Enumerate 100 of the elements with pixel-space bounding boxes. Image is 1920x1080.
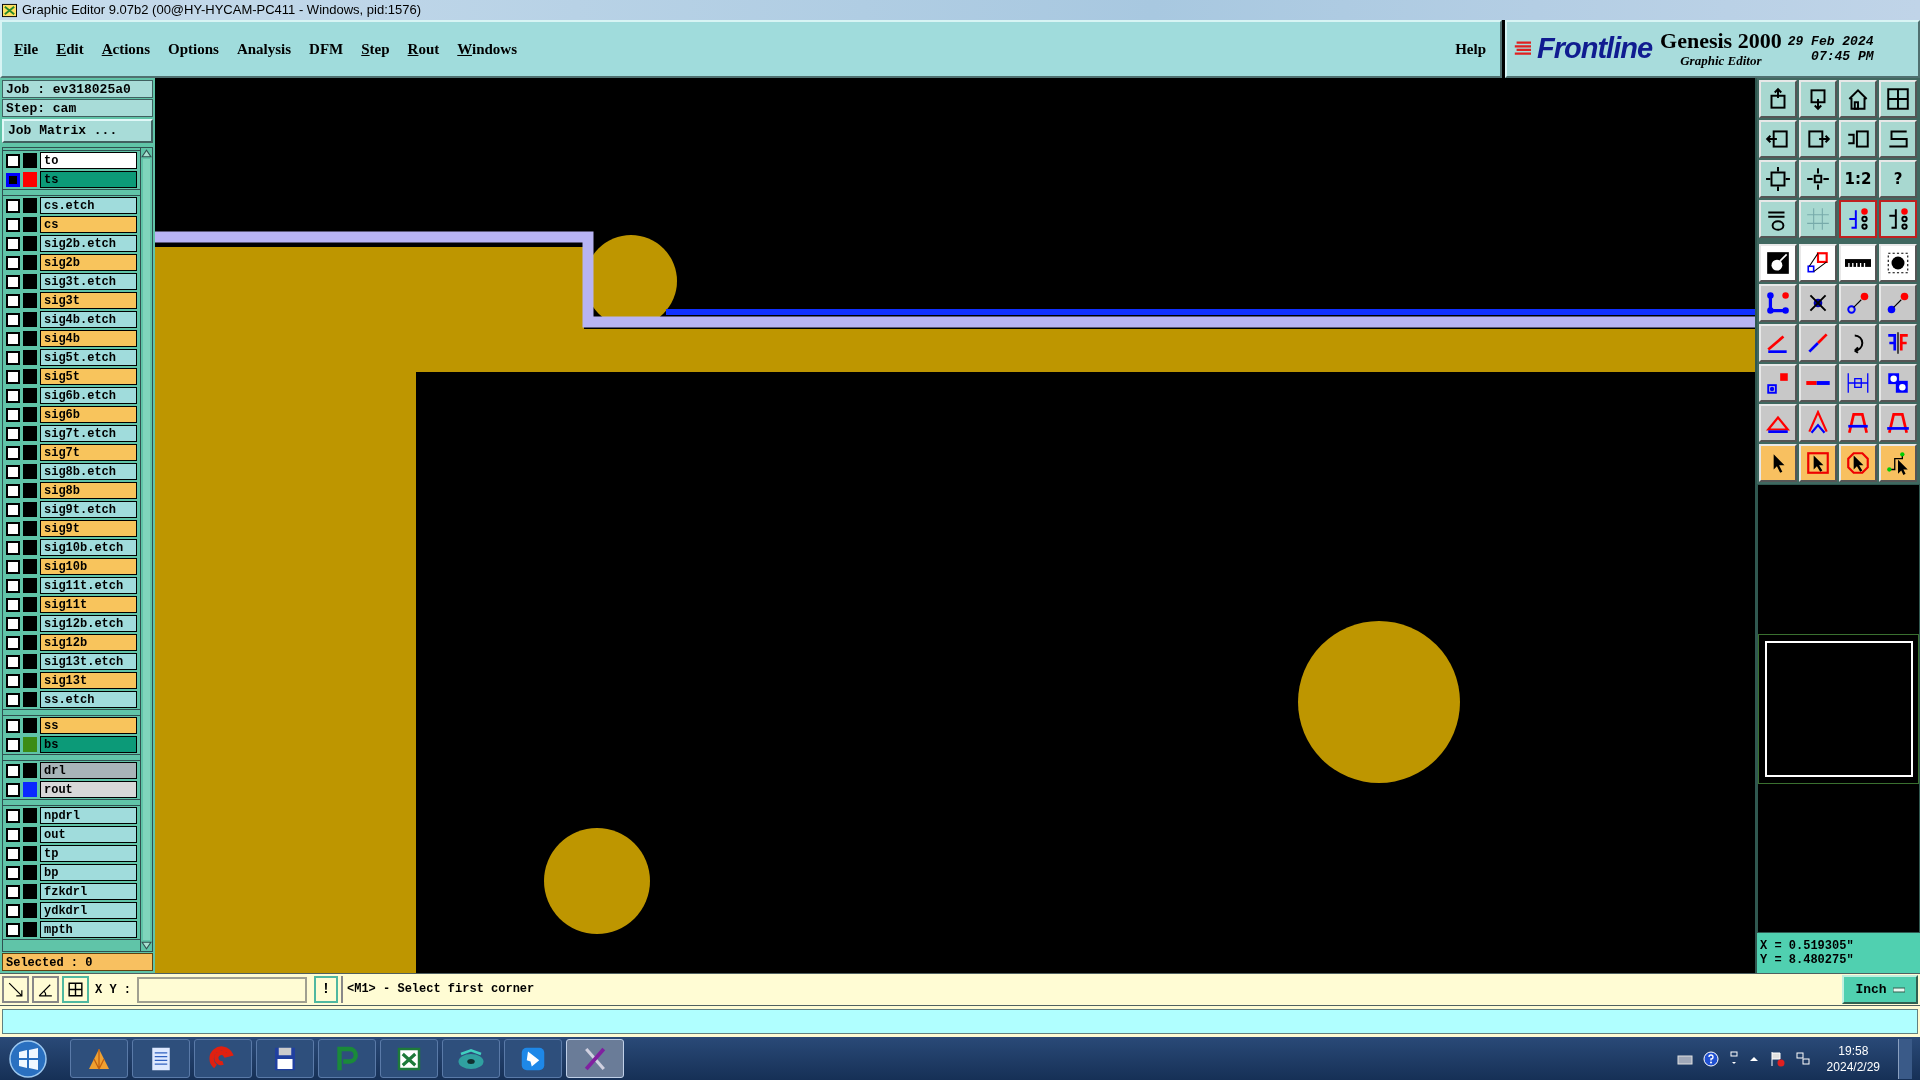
layer-name[interactable]: out: [40, 826, 137, 843]
layer-name[interactable]: npdrl: [40, 807, 137, 824]
layer-name[interactable]: sig2b: [40, 254, 137, 271]
layer-checkbox[interactable]: [6, 578, 20, 593]
menu-item[interactable]: Windows: [457, 37, 518, 61]
layer-checkbox[interactable]: [6, 388, 20, 403]
alert-button[interactable]: !: [314, 976, 338, 1003]
layer-checkbox[interactable]: [6, 827, 20, 842]
layer-name[interactable]: sig2b.etch: [40, 235, 137, 252]
units-dropdown[interactable]: Inch: [1842, 975, 1918, 1004]
layer-name[interactable]: sig10b: [40, 558, 137, 575]
layer-checkbox[interactable]: [6, 153, 20, 168]
layer-name[interactable]: sig3t.etch: [40, 273, 137, 290]
layer-checkbox[interactable]: [6, 616, 20, 631]
layer-checkbox[interactable]: [6, 369, 20, 384]
layer-name[interactable]: sig12b.etch: [40, 615, 137, 632]
command-button[interactable]: [62, 976, 89, 1003]
layer-checkbox[interactable]: [6, 782, 20, 797]
layer-name[interactable]: sig10b.etch: [40, 539, 137, 556]
layer-checkbox[interactable]: [6, 293, 20, 308]
overview-panel[interactable]: [1757, 484, 1920, 933]
menu-item[interactable]: Actions: [101, 37, 151, 61]
menu-item[interactable]: Help: [1455, 37, 1486, 61]
layer-checkbox[interactable]: [6, 673, 20, 688]
window-icon[interactable]: [1728, 1050, 1739, 1067]
tool-button[interactable]: [1839, 200, 1877, 238]
layer-checkbox[interactable]: [6, 692, 20, 707]
layer-checkbox[interactable]: [6, 483, 20, 498]
layer-checkbox[interactable]: [6, 445, 20, 460]
layer-name[interactable]: cs.etch: [40, 197, 137, 214]
layer-name[interactable]: sig11t: [40, 596, 137, 613]
layer-name[interactable]: ss: [40, 717, 137, 734]
layer-name[interactable]: sig3t: [40, 292, 137, 309]
layer-name[interactable]: sig9t: [40, 520, 137, 537]
layer-name[interactable]: sig12b: [40, 634, 137, 651]
layer-name[interactable]: bp: [40, 864, 137, 881]
menu-item[interactable]: Analysis: [236, 37, 292, 61]
taskbar-app-button[interactable]: [256, 1039, 314, 1078]
layer-checkbox[interactable]: [6, 597, 20, 612]
layer-name[interactable]: sig7t.etch: [40, 425, 137, 442]
show-desktop-button[interactable]: [1898, 1038, 1912, 1079]
taskbar-app-button[interactable]: [132, 1039, 190, 1078]
flag-icon[interactable]: [1768, 1050, 1785, 1067]
scroll-down-icon[interactable]: [141, 940, 152, 951]
menu-item[interactable]: Step: [361, 37, 390, 61]
layer-checkbox[interactable]: [6, 521, 20, 536]
layer-name[interactable]: bs: [40, 736, 137, 753]
layer-checkbox[interactable]: [6, 502, 20, 517]
layer-checkbox[interactable]: [6, 331, 20, 346]
layer-name[interactable]: mpth: [40, 921, 137, 938]
layer-name[interactable]: sig8b.etch: [40, 463, 137, 480]
layer-name[interactable]: sig5t: [40, 368, 137, 385]
layer-checkbox[interactable]: [6, 540, 20, 555]
layer-checkbox[interactable]: [6, 635, 20, 650]
taskbar-app-button[interactable]: [504, 1039, 562, 1078]
layer-name[interactable]: sig13t.etch: [40, 653, 137, 670]
layer-name[interactable]: sig4b.etch: [40, 311, 137, 328]
network-icon[interactable]: [1794, 1050, 1811, 1067]
layer-name[interactable]: drl: [40, 762, 137, 779]
layer-checkbox[interactable]: [6, 763, 20, 778]
layer-checkbox[interactable]: [6, 274, 20, 289]
layer-name[interactable]: sig5t.etch: [40, 349, 137, 366]
layer-checkbox[interactable]: [6, 350, 20, 365]
layer-name[interactable]: tp: [40, 845, 137, 862]
taskbar-app-button[interactable]: [380, 1039, 438, 1078]
command-button[interactable]: [2, 976, 29, 1003]
layer-name[interactable]: sig13t: [40, 672, 137, 689]
menu-item[interactable]: DFM: [309, 37, 344, 61]
menu-item[interactable]: Edit: [56, 37, 84, 61]
command-button[interactable]: [32, 976, 59, 1003]
layer-checkbox[interactable]: [6, 654, 20, 669]
layer-name[interactable]: sig9t.etch: [40, 501, 137, 518]
layer-name[interactable]: ydkdrl: [40, 902, 137, 919]
layer-checkbox[interactable]: [6, 865, 20, 880]
job-matrix-button[interactable]: Job Matrix ...: [2, 119, 153, 143]
layer-name[interactable]: sig8b: [40, 482, 137, 499]
tool-button[interactable]: ?: [1879, 160, 1917, 198]
layer-checkbox[interactable]: [6, 236, 20, 251]
layer-checkbox[interactable]: [6, 255, 20, 270]
layer-checkbox[interactable]: [6, 426, 20, 441]
layer-name[interactable]: sig7t: [40, 444, 137, 461]
layer-checkbox[interactable]: [6, 198, 20, 213]
layer-checkbox[interactable]: [6, 808, 20, 823]
menu-item[interactable]: Options: [168, 37, 219, 61]
layer-checkbox[interactable]: [6, 172, 20, 187]
layer-name[interactable]: cs: [40, 216, 137, 233]
taskbar-app-button[interactable]: [70, 1039, 128, 1078]
layer-name[interactable]: ss.etch: [40, 691, 137, 708]
start-button-icon[interactable]: [8, 1038, 48, 1079]
layer-checkbox[interactable]: [6, 407, 20, 422]
menu-item[interactable]: Rout: [407, 37, 440, 61]
layer-name[interactable]: rout: [40, 781, 137, 798]
layer-checkbox[interactable]: [6, 737, 20, 752]
scrollbar[interactable]: [140, 148, 152, 951]
layer-checkbox[interactable]: [6, 884, 20, 899]
menu-item[interactable]: File: [14, 37, 39, 61]
layer-name[interactable]: sig6b: [40, 406, 137, 423]
layer-name[interactable]: sig6b.etch: [40, 387, 137, 404]
scroll-up-icon[interactable]: [141, 148, 152, 159]
layer-checkbox[interactable]: [6, 464, 20, 479]
